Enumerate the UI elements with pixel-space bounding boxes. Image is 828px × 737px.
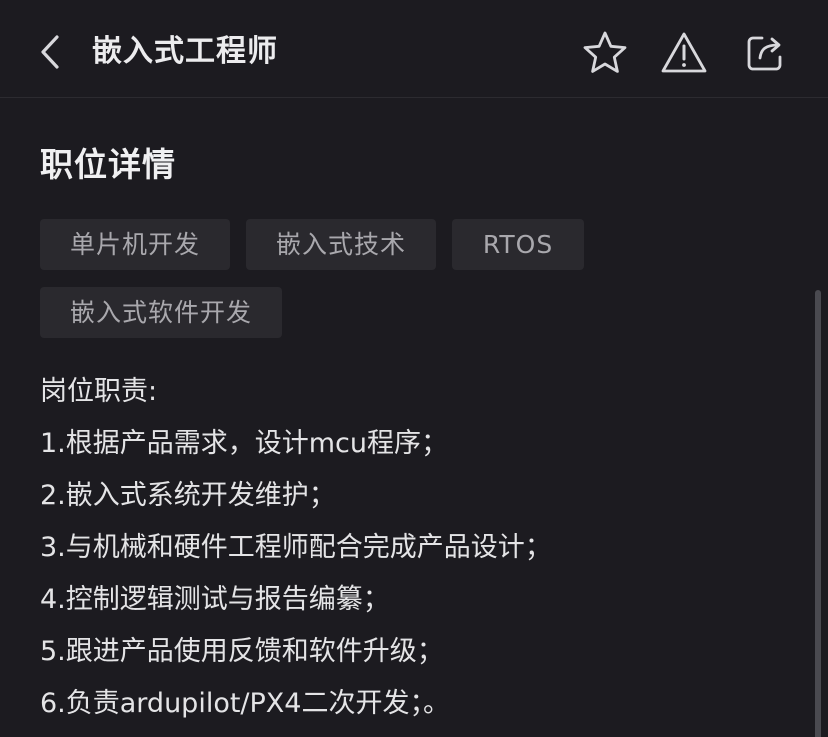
report-button[interactable] (659, 28, 709, 78)
description-line: 6.负责ardupilot/PX4二次开发；。 (40, 688, 450, 719)
scrollbar[interactable] (815, 290, 821, 737)
warning-icon (661, 32, 707, 73)
description-line: 3.与机械和硬件工程师配合完成产品设计； (40, 532, 552, 563)
chevron-left-icon (41, 35, 59, 69)
back-button[interactable] (30, 28, 70, 76)
description-heading: 岗位职责: (40, 376, 158, 407)
tag-rtos: RTOS (452, 219, 584, 270)
job-detail-page: 嵌入式工程师 职位详情 单片机开发 嵌入式技术 RTOS 嵌入式软件开发 岗位职… (0, 0, 828, 737)
top-bar: 嵌入式工程师 (0, 0, 828, 98)
share-icon (747, 36, 782, 71)
tag-embedded-software: 嵌入式软件开发 (40, 287, 282, 338)
star-icon (583, 31, 627, 73)
description-line: 2.嵌入式系统开发维护； (40, 480, 336, 511)
tag-mcu: 单片机开发 (40, 219, 230, 270)
page-title: 嵌入式工程师 (92, 34, 278, 69)
section-title: 职位详情 (40, 145, 176, 184)
description-line: 4.控制逻辑测试与报告编纂； (40, 584, 390, 615)
job-description: 岗位职责: 1.根据产品需求，设计mcu程序； 2.嵌入式系统开发维护； 3.与… (40, 366, 800, 730)
description-line: 1.根据产品需求，设计mcu程序； (40, 428, 449, 459)
favorite-button[interactable] (580, 28, 630, 78)
tag-embedded-tech: 嵌入式技术 (246, 219, 436, 270)
share-button[interactable] (740, 28, 790, 78)
description-line: 5.跟进产品使用反馈和软件升级； (40, 636, 444, 667)
